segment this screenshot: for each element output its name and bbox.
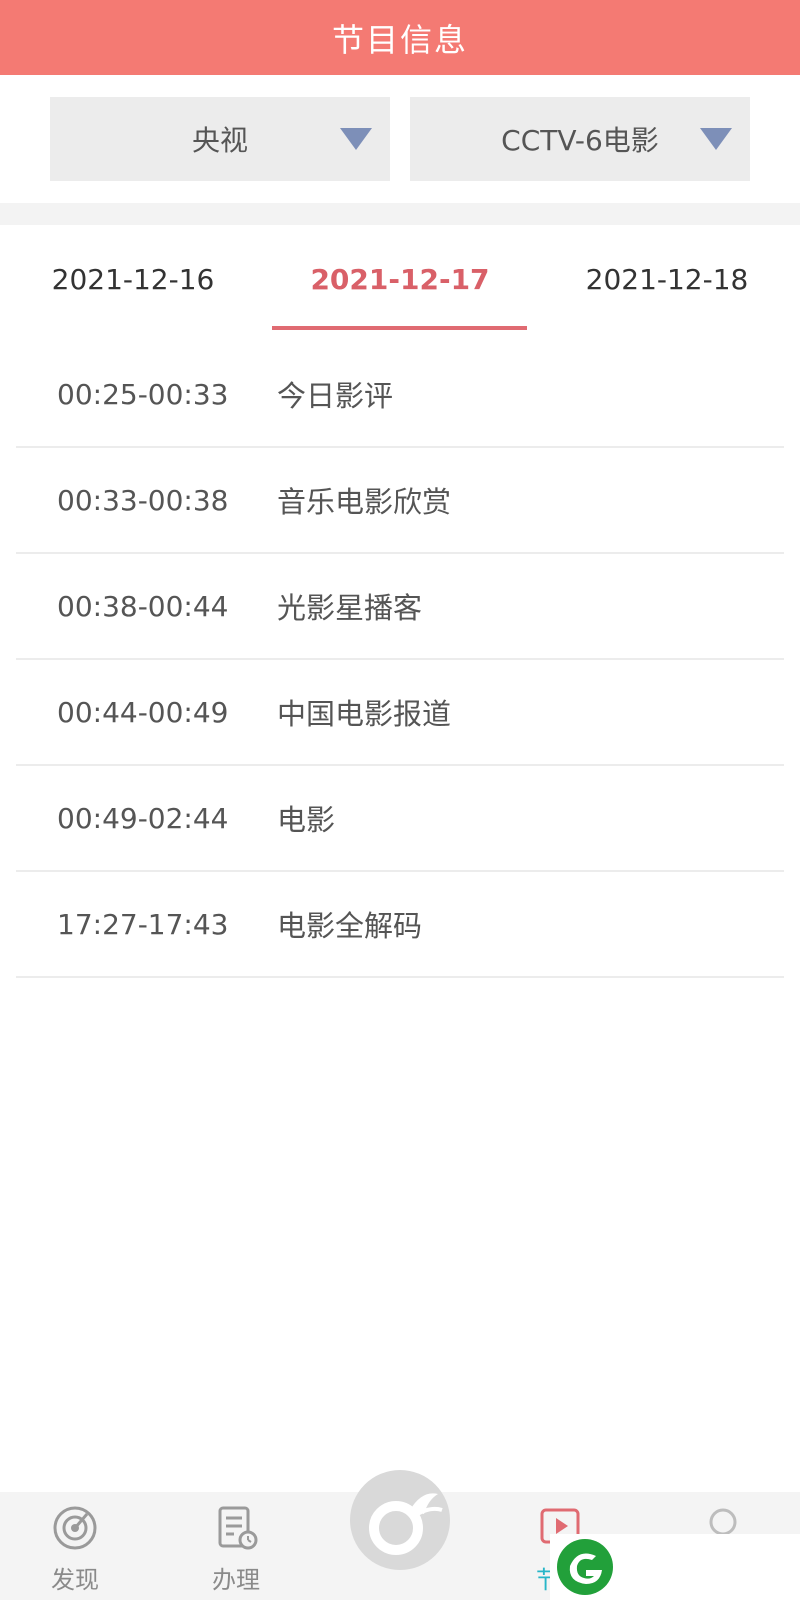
chevron-down-icon <box>340 128 372 150</box>
watermark-logo-icon <box>557 1539 613 1595</box>
section-divider <box>0 203 800 225</box>
watermark-overlay <box>550 1534 800 1600</box>
chevron-down-icon <box>700 128 732 150</box>
active-tab-indicator <box>272 326 527 330</box>
list-item[interactable]: 17:27-17:43 电影全解码 <box>16 872 784 978</box>
program-time: 00:44-00:49 <box>57 695 229 729</box>
discover-icon <box>53 1506 97 1550</box>
program-name: 电影 <box>277 803 336 837</box>
program-time: 00:38-00:44 <box>57 589 229 623</box>
program-time: 00:33-00:38 <box>57 483 229 517</box>
program-name: 电影全解码 <box>277 909 423 943</box>
list-item[interactable]: 00:44-00:49 中国电影报道 <box>16 660 784 766</box>
program-list: 00:25-00:33 今日影评 00:33-00:38 音乐电影欣赏 00:3… <box>0 342 800 978</box>
filter-bar: 央视 CCTV-6电影 <box>0 75 800 203</box>
nav-discover[interactable]: 发现 <box>15 1492 135 1600</box>
tab-date-1[interactable]: 2021-12-16 <box>0 225 266 333</box>
date-tabs: 2021-12-16 2021-12-17 2021-12-18 <box>0 225 800 333</box>
program-name: 音乐电影欣赏 <box>277 485 452 519</box>
tab-date-2-active[interactable]: 2021-12-17 <box>267 225 533 333</box>
list-item[interactable]: 00:33-00:38 音乐电影欣赏 <box>16 448 784 554</box>
tab-date-3[interactable]: 2021-12-18 <box>534 225 800 333</box>
provider-dropdown-label: 央视 <box>191 124 248 157</box>
nav-center-button[interactable] <box>350 1470 450 1570</box>
provider-dropdown[interactable]: 央视 <box>50 97 390 181</box>
document-clock-icon <box>218 1506 258 1550</box>
channel-dropdown[interactable]: CCTV-6电影 <box>410 97 750 181</box>
program-name: 光影星播客 <box>277 591 423 625</box>
list-item[interactable]: 00:25-00:33 今日影评 <box>16 342 784 448</box>
program-time: 00:49-02:44 <box>57 801 229 835</box>
program-name: 中国电影报道 <box>277 697 452 731</box>
program-time: 17:27-17:43 <box>57 907 229 941</box>
page-title: 节目信息 <box>331 20 468 59</box>
nav-discover-label: 发现 <box>51 1566 99 1594</box>
program-time: 00:25-00:33 <box>57 377 229 411</box>
header-bar: 节目信息 <box>0 0 800 75</box>
list-item[interactable]: 00:49-02:44 电影 <box>16 766 784 872</box>
channel-dropdown-label: CCTV-6电影 <box>501 124 659 157</box>
center-logo-icon <box>369 1493 443 1555</box>
program-name: 今日影评 <box>277 379 394 413</box>
list-item[interactable]: 00:38-00:44 光影星播客 <box>16 554 784 660</box>
nav-handle-label: 办理 <box>212 1566 260 1594</box>
nav-handle[interactable]: 办理 <box>176 1492 296 1600</box>
